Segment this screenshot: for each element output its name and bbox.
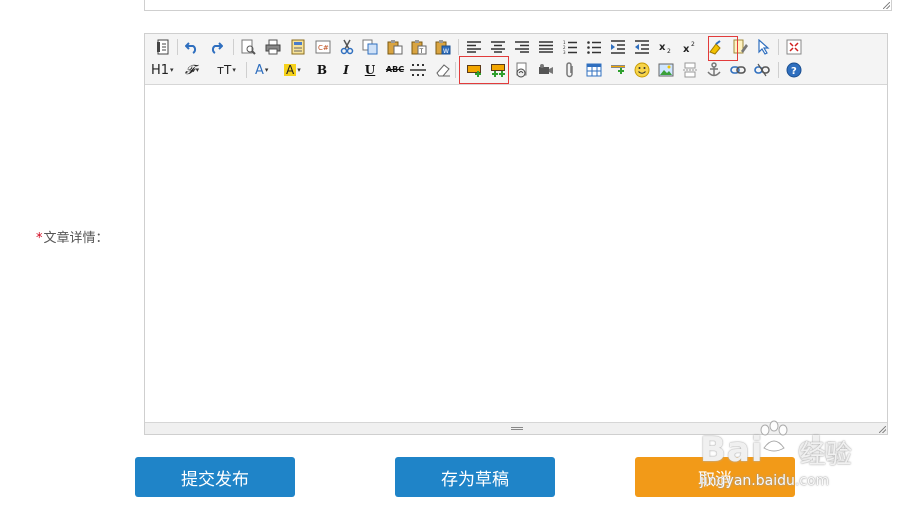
cut-icon[interactable]	[338, 38, 356, 56]
editor-toolbar: C# T W 123 x 2 x 2 H1 ▾ 𝓕 ▾ тT ▾ A ▾ A ▾…	[145, 34, 887, 85]
svg-text:3: 3	[563, 50, 566, 54]
help-icon[interactable]: ?	[785, 61, 803, 79]
watermark-cn: 经验	[800, 440, 853, 470]
bg-color-label: A	[284, 63, 297, 77]
toolbar-separator	[778, 62, 779, 78]
bold-button[interactable]: B	[313, 61, 331, 79]
superscript-icon[interactable]: x2	[681, 38, 699, 56]
toolbar-separator	[233, 39, 234, 55]
font-color-dropdown[interactable]: A ▾	[255, 61, 279, 79]
insert-line-icon[interactable]	[609, 61, 627, 79]
insert-flash-icon[interactable]	[513, 61, 531, 79]
italic-button[interactable]: I	[337, 61, 355, 79]
toolbar-separator	[458, 39, 459, 55]
unordered-list-icon[interactable]	[585, 38, 603, 56]
resize-grip-icon[interactable]	[883, 2, 890, 9]
attachment-icon[interactable]	[561, 61, 579, 79]
submit-publish-button[interactable]: 提交发布	[135, 457, 295, 497]
print-icon[interactable]	[264, 38, 282, 56]
cancel-button[interactable]: 取消	[635, 457, 795, 497]
align-right-icon[interactable]	[513, 38, 531, 56]
watermark-logo-text-2: du	[797, 430, 849, 470]
svg-text:x: x	[683, 44, 690, 54]
outdent-icon[interactable]	[633, 38, 651, 56]
font-size-dropdown[interactable]: тT ▾	[217, 61, 243, 79]
drag-handle-icon[interactable]	[511, 424, 523, 432]
background-color-dropdown[interactable]: A ▾	[284, 61, 308, 79]
article-detail-label: *文章详情：	[36, 227, 109, 246]
select-all-icon[interactable]	[755, 38, 773, 56]
chevron-down-icon: ▾	[232, 65, 236, 74]
paste-word-icon[interactable]: W	[434, 38, 452, 56]
font-family-dropdown[interactable]: 𝓕 ▾	[185, 61, 209, 79]
rich-text-editor: C# T W 123 x 2 x 2 H1 ▾ 𝓕 ▾ тT ▾ A ▾ A ▾…	[144, 33, 888, 435]
chevron-down-icon: ▾	[264, 65, 269, 74]
save-draft-button[interactable]: 存为草稿	[395, 457, 555, 497]
heading-dropdown[interactable]: H1 ▾	[151, 61, 177, 79]
editor-content-area[interactable]	[145, 85, 887, 422]
template-icon[interactable]	[289, 38, 307, 56]
copy-icon[interactable]	[361, 38, 379, 56]
undo-icon[interactable]	[183, 38, 201, 56]
page-break-icon[interactable]	[681, 61, 699, 79]
code-snippet-icon[interactable]: C#	[314, 38, 332, 56]
svg-text:?: ?	[791, 66, 797, 77]
strikethrough-button[interactable]: ABC	[385, 61, 405, 79]
paste-icon[interactable]	[386, 38, 404, 56]
highlight-box-clear-format	[708, 36, 738, 61]
resize-grip-icon[interactable]	[879, 426, 886, 433]
strike-label: ABC	[385, 65, 405, 74]
redo-icon[interactable]	[207, 38, 225, 56]
ordered-list-icon[interactable]: 123	[561, 38, 579, 56]
fullscreen-icon[interactable]	[785, 38, 803, 56]
chevron-down-icon: ▾	[170, 65, 174, 74]
underline-label: U	[364, 63, 376, 77]
subscript-icon[interactable]: x2	[657, 38, 675, 56]
indent-icon[interactable]	[609, 38, 627, 56]
heading-label: H1	[151, 62, 170, 78]
svg-text:T: T	[419, 48, 424, 55]
article-detail-label-text: 文章详情：	[43, 231, 109, 246]
italic-label: I	[343, 63, 349, 77]
font-family-label: 𝓕	[185, 62, 195, 78]
align-justify-icon[interactable]	[537, 38, 555, 56]
toolbar-separator	[246, 62, 247, 78]
svg-text:2: 2	[691, 41, 695, 48]
eraser-icon[interactable]	[434, 61, 452, 79]
highlight-box-insert-rows	[459, 56, 509, 84]
link-icon[interactable]	[729, 61, 747, 79]
previous-textarea[interactable]	[144, 0, 892, 11]
align-left-icon[interactable]	[465, 38, 483, 56]
svg-text:x: x	[659, 42, 666, 53]
toolbar-separator	[177, 39, 178, 55]
svg-text:W: W	[443, 48, 449, 55]
underline-button[interactable]: U	[361, 61, 379, 79]
svg-text:C#: C#	[318, 44, 329, 52]
unlink-icon[interactable]	[753, 61, 771, 79]
insert-image-icon[interactable]	[657, 61, 675, 79]
preview-icon[interactable]	[239, 38, 257, 56]
svg-text:2: 2	[667, 48, 671, 54]
chevron-down-icon: ▾	[195, 65, 200, 74]
emoticon-icon[interactable]	[633, 61, 651, 79]
insert-table-icon[interactable]	[585, 61, 603, 79]
chevron-down-icon: ▾	[297, 65, 301, 74]
paste-text-icon[interactable]: T	[410, 38, 428, 56]
font-color-label: A	[255, 62, 264, 78]
toolbar-separator	[778, 39, 779, 55]
anchor-icon[interactable]	[705, 61, 723, 79]
align-center-icon[interactable]	[489, 38, 507, 56]
horizontal-rule-icon[interactable]	[409, 61, 427, 79]
insert-video-icon[interactable]	[537, 61, 555, 79]
required-mark: *	[36, 231, 43, 246]
editor-statusbar	[145, 422, 887, 434]
font-size-label: тT	[217, 63, 232, 77]
source-code-icon[interactable]	[154, 38, 172, 56]
bold-label: B	[316, 63, 328, 77]
toolbar-separator	[455, 62, 456, 78]
